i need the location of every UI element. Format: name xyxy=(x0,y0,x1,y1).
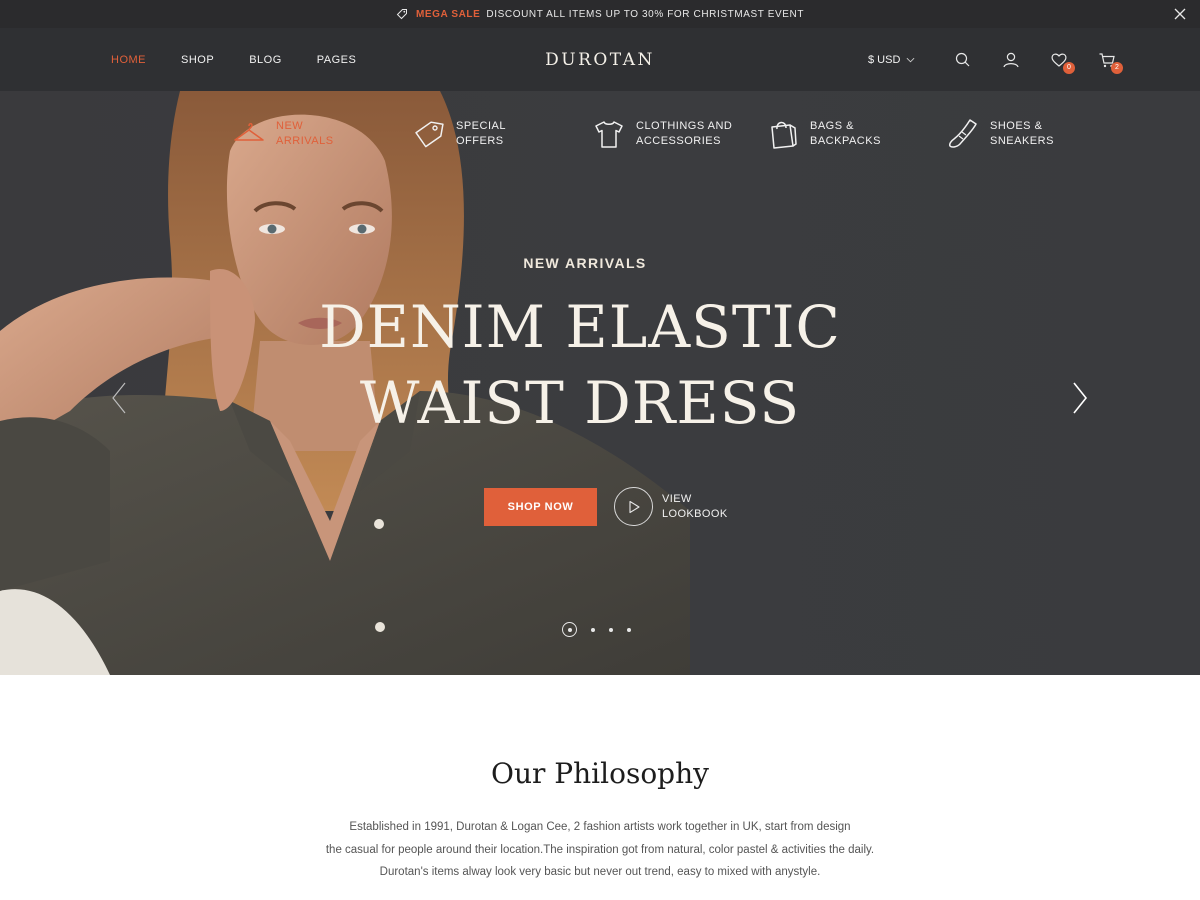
category-label-line1: BAGS & xyxy=(810,120,854,132)
category-label-line2: ARRIVALS xyxy=(276,135,334,147)
header-actions: 0 2 xyxy=(954,28,1123,91)
philosophy-line-1: Established in 1991, Durotan & Logan Cee… xyxy=(349,821,851,833)
philosophy-text: Established in 1991, Durotan & Logan Cee… xyxy=(0,816,1200,884)
currency-label: $ USD xyxy=(868,53,901,66)
main-nav: HOME SHOP BLOG PAGES xyxy=(111,28,391,91)
nav-home[interactable]: HOME xyxy=(111,54,146,66)
slider-dots xyxy=(562,622,631,637)
slider-next-arrow[interactable] xyxy=(1071,381,1089,415)
nav-pages[interactable]: PAGES xyxy=(317,54,357,66)
wishlist-count-badge: 0 xyxy=(1063,61,1075,74)
category-shoes[interactable]: SHOES & SNEAKERS xyxy=(946,117,1086,151)
shop-now-button[interactable]: SHOP NOW xyxy=(484,488,597,526)
hero-eyebrow: NEW ARRIVALS xyxy=(523,255,647,271)
close-icon[interactable] xyxy=(1172,6,1188,22)
category-label-line1: CLOTHINGS AND xyxy=(636,120,733,132)
site-logo[interactable]: DUROTAN xyxy=(545,50,655,70)
hanger-icon xyxy=(234,122,264,141)
announcement-text: DISCOUNT ALL ITEMS UP TO 30% FOR CHRISTM… xyxy=(486,8,805,20)
site-header: HOME SHOP BLOG PAGES DUROTAN $ USD 0 2 xyxy=(0,28,1200,91)
tag-icon xyxy=(396,8,408,20)
category-label-line1: SPECIAL xyxy=(456,120,506,132)
chevron-down-icon xyxy=(906,57,915,62)
chevron-right-icon xyxy=(1073,382,1088,414)
chevron-left-icon xyxy=(112,382,126,414)
shopping-bag-icon xyxy=(771,121,797,149)
hero-slider: NEW ARRIVALS SPECIAL OFFERS CLOTHINGS AND A… xyxy=(0,91,1200,675)
category-label-line2: OFFERS xyxy=(456,135,504,147)
nav-blog[interactable]: BLOG xyxy=(249,54,282,66)
category-label-line2: ACCESSORIES xyxy=(636,135,721,147)
sale-label: MEGA SALE xyxy=(415,8,481,20)
cart-icon[interactable]: 2 xyxy=(1098,51,1123,74)
category-label-line2: BACKPACKS xyxy=(810,135,881,147)
play-icon xyxy=(614,487,653,526)
philosophy-line-3: Durotan's items alway look very basic bu… xyxy=(379,866,821,878)
category-label-line1: SHOES & xyxy=(990,120,1043,132)
category-label-line1: NEW xyxy=(276,120,304,132)
user-icon[interactable] xyxy=(1002,51,1020,69)
category-bags[interactable]: BAGS & BACKPACKS xyxy=(766,117,906,151)
tshirt-icon xyxy=(595,121,623,148)
hero-headline-line1: DENIM ELASTIC xyxy=(319,293,841,361)
category-strip: NEW ARRIVALS SPECIAL OFFERS CLOTHINGS AND A… xyxy=(232,117,1126,151)
hero-headline-line2: WAIST DRESS xyxy=(359,369,801,437)
category-label-line2: SNEAKERS xyxy=(990,135,1054,147)
slider-dot-1[interactable] xyxy=(562,622,577,637)
lookbook-label-line1: VIEW xyxy=(662,492,692,505)
slider-prev-arrow[interactable] xyxy=(110,381,128,415)
search-icon[interactable] xyxy=(954,51,972,69)
hero-headline: DENIM ELASTIC WAIST DRESS xyxy=(0,289,1160,441)
category-new-arrivals[interactable]: NEW ARRIVALS xyxy=(232,117,372,151)
cart-count-badge: 2 xyxy=(1111,61,1123,74)
sneaker-icon xyxy=(949,119,977,148)
announcement-bar: MEGA SALE DISCOUNT ALL ITEMS UP TO 30% F… xyxy=(0,0,1200,28)
philosophy-title: Our Philosophy xyxy=(491,757,709,790)
lookbook-label-line2: LOOKBOOK xyxy=(662,507,728,520)
category-clothings[interactable]: CLOTHINGS AND ACCESSORIES xyxy=(592,117,736,151)
currency-selector[interactable]: $ USD xyxy=(868,28,915,91)
slider-dot-2[interactable] xyxy=(591,627,595,632)
view-lookbook-button[interactable]: VIEW LOOKBOOK xyxy=(614,487,728,526)
price-tag-icon xyxy=(415,121,444,148)
slider-dot-3[interactable] xyxy=(609,627,613,632)
category-special-offers[interactable]: SPECIAL OFFERS xyxy=(412,117,552,151)
philosophy-line-2: the casual for people around their locat… xyxy=(325,843,875,856)
heart-icon[interactable]: 0 xyxy=(1050,51,1075,74)
nav-shop[interactable]: SHOP xyxy=(181,54,214,66)
slider-dot-4[interactable] xyxy=(627,627,631,632)
